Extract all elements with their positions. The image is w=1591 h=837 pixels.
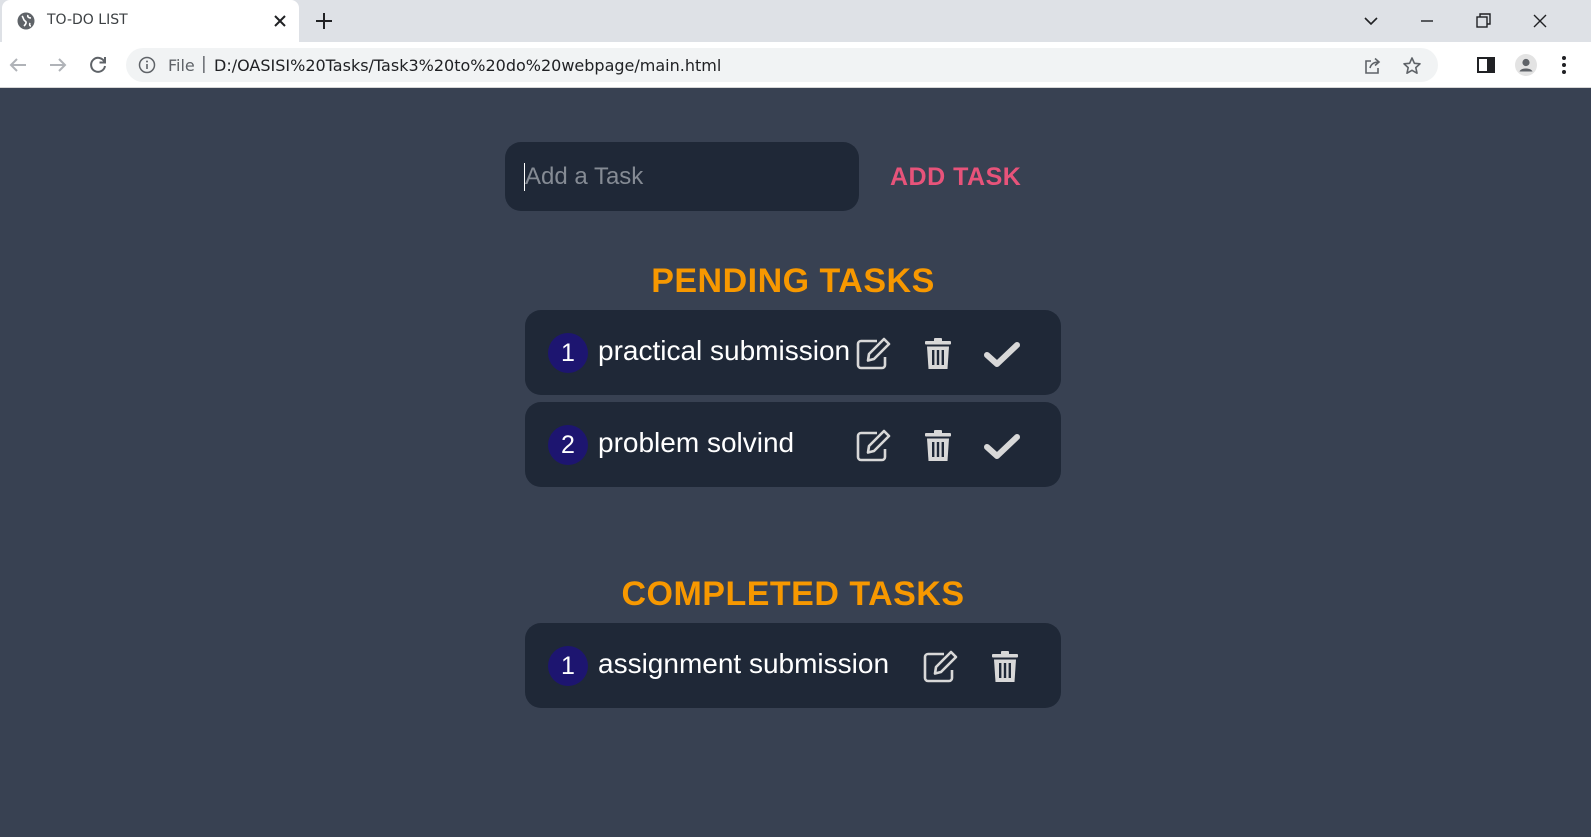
edit-icon[interactable] (922, 650, 960, 684)
reload-icon[interactable] (86, 53, 110, 77)
url-text[interactable]: D:/OASISI%20Tasks/Task3%20to%20do%20webp… (214, 56, 721, 75)
task-text: problem solvind (598, 427, 795, 458)
star-icon[interactable] (1402, 56, 1422, 76)
tab-title: TO-DO LIST (47, 12, 128, 28)
address-bar[interactable]: File | D:/OASISI%20Tasks/Task3%20to%20do… (126, 48, 1438, 82)
browser-tabstrip: TO-DO LIST (0, 0, 1591, 42)
share-icon[interactable] (1362, 56, 1382, 76)
restore-icon[interactable] (1470, 8, 1496, 34)
check-icon[interactable] (983, 429, 1021, 463)
info-icon[interactable] (138, 56, 156, 74)
side-panel-icon[interactable] (1474, 53, 1498, 77)
task-text: assignment submission (598, 648, 890, 679)
url-separator: | (201, 54, 207, 74)
more-menu-icon[interactable] (1552, 53, 1576, 77)
forward-arrow-icon[interactable] (46, 53, 70, 77)
task-number-badge: 1 (548, 646, 588, 686)
text-caret (524, 163, 525, 191)
new-tab-icon[interactable] (313, 10, 335, 32)
task-number-badge: 2 (548, 425, 588, 465)
chevron-down-icon[interactable] (1358, 8, 1384, 34)
minimize-icon[interactable] (1414, 8, 1440, 34)
browser-tab[interactable]: TO-DO LIST (2, 0, 299, 42)
pending-task-card: 1 practical submission (525, 310, 1061, 395)
task-number-badge: 1 (548, 333, 588, 373)
task-input[interactable] (505, 142, 859, 211)
profile-avatar-icon[interactable] (1514, 53, 1538, 77)
edit-icon[interactable] (855, 429, 893, 463)
globe-icon (17, 12, 35, 30)
url-scheme: File (168, 56, 195, 75)
task-text: practical submission (598, 335, 851, 366)
completed-tasks-title: COMPLETED TASKS (621, 575, 965, 613)
close-window-icon[interactable] (1527, 8, 1553, 34)
trash-icon[interactable] (919, 337, 957, 371)
pending-task-card: 2 problem solvind (525, 402, 1061, 487)
completed-task-card: 1 assignment submission (525, 623, 1061, 708)
add-task-button[interactable]: ADD TASK (890, 157, 1045, 197)
close-tab-icon[interactable] (270, 11, 290, 31)
browser-toolbar: File | D:/OASISI%20Tasks/Task3%20to%20do… (0, 42, 1591, 88)
trash-icon[interactable] (919, 429, 957, 463)
pending-tasks-title: PENDING TASKS (651, 262, 935, 300)
trash-icon[interactable] (986, 650, 1024, 684)
check-icon[interactable] (983, 337, 1021, 371)
edit-icon[interactable] (855, 337, 893, 371)
back-arrow-icon[interactable] (6, 53, 30, 77)
